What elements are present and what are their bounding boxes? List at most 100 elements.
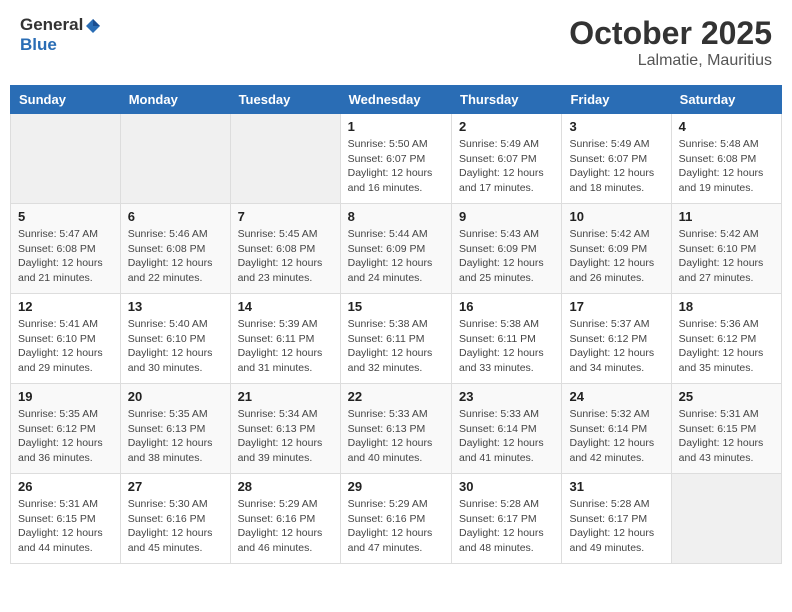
day-info: Sunrise: 5:44 AMSunset: 6:09 PMDaylight:… (348, 227, 444, 286)
location-title: Lalmatie, Mauritius (569, 52, 772, 70)
day-info: Sunrise: 5:33 AMSunset: 6:14 PMDaylight:… (459, 407, 554, 466)
calendar-cell-w4-d7: 25 Sunrise: 5:31 AMSunset: 6:15 PMDaylig… (671, 384, 781, 474)
logo-general: General (20, 15, 83, 34)
day-number: 23 (459, 389, 554, 404)
calendar-cell-w2-d6: 10 Sunrise: 5:42 AMSunset: 6:09 PMDaylig… (562, 204, 671, 294)
day-number: 22 (348, 389, 444, 404)
calendar-cell-w3-d7: 18 Sunrise: 5:36 AMSunset: 6:12 PMDaylig… (671, 294, 781, 384)
day-info: Sunrise: 5:38 AMSunset: 6:11 PMDaylight:… (348, 317, 444, 376)
week-row-5: 26 Sunrise: 5:31 AMSunset: 6:15 PMDaylig… (11, 474, 782, 564)
day-info: Sunrise: 5:45 AMSunset: 6:08 PMDaylight:… (238, 227, 333, 286)
day-number: 15 (348, 299, 444, 314)
calendar-cell-w4-d1: 19 Sunrise: 5:35 AMSunset: 6:12 PMDaylig… (11, 384, 121, 474)
week-row-2: 5 Sunrise: 5:47 AMSunset: 6:08 PMDayligh… (11, 204, 782, 294)
day-info: Sunrise: 5:30 AMSunset: 6:16 PMDaylight:… (128, 497, 223, 556)
calendar-cell-w5-d3: 28 Sunrise: 5:29 AMSunset: 6:16 PMDaylig… (230, 474, 340, 564)
col-wednesday: Wednesday (340, 86, 451, 114)
week-row-4: 19 Sunrise: 5:35 AMSunset: 6:12 PMDaylig… (11, 384, 782, 474)
day-info: Sunrise: 5:32 AMSunset: 6:14 PMDaylight:… (569, 407, 663, 466)
calendar-cell-w4-d4: 22 Sunrise: 5:33 AMSunset: 6:13 PMDaylig… (340, 384, 451, 474)
day-number: 8 (348, 209, 444, 224)
day-info: Sunrise: 5:49 AMSunset: 6:07 PMDaylight:… (459, 137, 554, 196)
day-info: Sunrise: 5:29 AMSunset: 6:16 PMDaylight:… (348, 497, 444, 556)
day-number: 31 (569, 479, 663, 494)
day-number: 17 (569, 299, 663, 314)
day-number: 27 (128, 479, 223, 494)
col-saturday: Saturday (671, 86, 781, 114)
day-number: 13 (128, 299, 223, 314)
week-row-1: 1 Sunrise: 5:50 AMSunset: 6:07 PMDayligh… (11, 114, 782, 204)
col-thursday: Thursday (452, 86, 562, 114)
calendar-cell-w1-d7: 4 Sunrise: 5:48 AMSunset: 6:08 PMDayligh… (671, 114, 781, 204)
day-number: 19 (18, 389, 113, 404)
title-area: October 2025 Lalmatie, Mauritius (569, 15, 772, 70)
calendar-cell-w4-d6: 24 Sunrise: 5:32 AMSunset: 6:14 PMDaylig… (562, 384, 671, 474)
day-number: 11 (679, 209, 774, 224)
logo-blue: Blue (20, 35, 57, 54)
calendar-cell-w5-d4: 29 Sunrise: 5:29 AMSunset: 6:16 PMDaylig… (340, 474, 451, 564)
calendar-cell-w3-d2: 13 Sunrise: 5:40 AMSunset: 6:10 PMDaylig… (120, 294, 230, 384)
day-number: 16 (459, 299, 554, 314)
calendar-cell-w5-d2: 27 Sunrise: 5:30 AMSunset: 6:16 PMDaylig… (120, 474, 230, 564)
day-info: Sunrise: 5:42 AMSunset: 6:09 PMDaylight:… (569, 227, 663, 286)
calendar-cell-w1-d1 (11, 114, 121, 204)
day-info: Sunrise: 5:28 AMSunset: 6:17 PMDaylight:… (569, 497, 663, 556)
day-number: 28 (238, 479, 333, 494)
day-info: Sunrise: 5:49 AMSunset: 6:07 PMDaylight:… (569, 137, 663, 196)
day-number: 26 (18, 479, 113, 494)
logo: General Blue (20, 15, 103, 55)
day-number: 29 (348, 479, 444, 494)
calendar-cell-w5-d5: 30 Sunrise: 5:28 AMSunset: 6:17 PMDaylig… (452, 474, 562, 564)
day-info: Sunrise: 5:50 AMSunset: 6:07 PMDaylight:… (348, 137, 444, 196)
day-number: 21 (238, 389, 333, 404)
col-friday: Friday (562, 86, 671, 114)
calendar-cell-w3-d3: 14 Sunrise: 5:39 AMSunset: 6:11 PMDaylig… (230, 294, 340, 384)
calendar-cell-w5-d7 (671, 474, 781, 564)
calendar-header-row: Sunday Monday Tuesday Wednesday Thursday… (11, 86, 782, 114)
logo-icon (84, 17, 102, 35)
day-number: 10 (569, 209, 663, 224)
calendar-cell-w1-d4: 1 Sunrise: 5:50 AMSunset: 6:07 PMDayligh… (340, 114, 451, 204)
calendar-cell-w2-d4: 8 Sunrise: 5:44 AMSunset: 6:09 PMDayligh… (340, 204, 451, 294)
day-number: 14 (238, 299, 333, 314)
calendar-cell-w3-d6: 17 Sunrise: 5:37 AMSunset: 6:12 PMDaylig… (562, 294, 671, 384)
day-number: 24 (569, 389, 663, 404)
calendar-cell-w4-d2: 20 Sunrise: 5:35 AMSunset: 6:13 PMDaylig… (120, 384, 230, 474)
day-number: 12 (18, 299, 113, 314)
day-number: 30 (459, 479, 554, 494)
day-number: 18 (679, 299, 774, 314)
calendar-cell-w4-d5: 23 Sunrise: 5:33 AMSunset: 6:14 PMDaylig… (452, 384, 562, 474)
col-sunday: Sunday (11, 86, 121, 114)
calendar-cell-w2-d7: 11 Sunrise: 5:42 AMSunset: 6:10 PMDaylig… (671, 204, 781, 294)
calendar-cell-w5-d6: 31 Sunrise: 5:28 AMSunset: 6:17 PMDaylig… (562, 474, 671, 564)
day-number: 6 (128, 209, 223, 224)
day-number: 3 (569, 119, 663, 134)
day-info: Sunrise: 5:46 AMSunset: 6:08 PMDaylight:… (128, 227, 223, 286)
calendar-cell-w2-d3: 7 Sunrise: 5:45 AMSunset: 6:08 PMDayligh… (230, 204, 340, 294)
month-title: October 2025 (569, 15, 772, 52)
day-info: Sunrise: 5:34 AMSunset: 6:13 PMDaylight:… (238, 407, 333, 466)
calendar-cell-w1-d5: 2 Sunrise: 5:49 AMSunset: 6:07 PMDayligh… (452, 114, 562, 204)
day-info: Sunrise: 5:29 AMSunset: 6:16 PMDaylight:… (238, 497, 333, 556)
day-info: Sunrise: 5:42 AMSunset: 6:10 PMDaylight:… (679, 227, 774, 286)
calendar-cell-w3-d4: 15 Sunrise: 5:38 AMSunset: 6:11 PMDaylig… (340, 294, 451, 384)
day-number: 20 (128, 389, 223, 404)
calendar-cell-w1-d6: 3 Sunrise: 5:49 AMSunset: 6:07 PMDayligh… (562, 114, 671, 204)
day-info: Sunrise: 5:28 AMSunset: 6:17 PMDaylight:… (459, 497, 554, 556)
calendar-cell-w4-d3: 21 Sunrise: 5:34 AMSunset: 6:13 PMDaylig… (230, 384, 340, 474)
calendar-cell-w2-d5: 9 Sunrise: 5:43 AMSunset: 6:09 PMDayligh… (452, 204, 562, 294)
day-info: Sunrise: 5:40 AMSunset: 6:10 PMDaylight:… (128, 317, 223, 376)
calendar-cell-w3-d1: 12 Sunrise: 5:41 AMSunset: 6:10 PMDaylig… (11, 294, 121, 384)
day-number: 2 (459, 119, 554, 134)
day-number: 25 (679, 389, 774, 404)
day-info: Sunrise: 5:31 AMSunset: 6:15 PMDaylight:… (18, 497, 113, 556)
day-info: Sunrise: 5:38 AMSunset: 6:11 PMDaylight:… (459, 317, 554, 376)
calendar-cell-w5-d1: 26 Sunrise: 5:31 AMSunset: 6:15 PMDaylig… (11, 474, 121, 564)
day-info: Sunrise: 5:35 AMSunset: 6:12 PMDaylight:… (18, 407, 113, 466)
calendar-cell-w3-d5: 16 Sunrise: 5:38 AMSunset: 6:11 PMDaylig… (452, 294, 562, 384)
calendar-cell-w2-d2: 6 Sunrise: 5:46 AMSunset: 6:08 PMDayligh… (120, 204, 230, 294)
page-header: General Blue October 2025 Lalmatie, Maur… (10, 10, 782, 75)
calendar-cell-w2-d1: 5 Sunrise: 5:47 AMSunset: 6:08 PMDayligh… (11, 204, 121, 294)
day-number: 4 (679, 119, 774, 134)
day-info: Sunrise: 5:37 AMSunset: 6:12 PMDaylight:… (569, 317, 663, 376)
